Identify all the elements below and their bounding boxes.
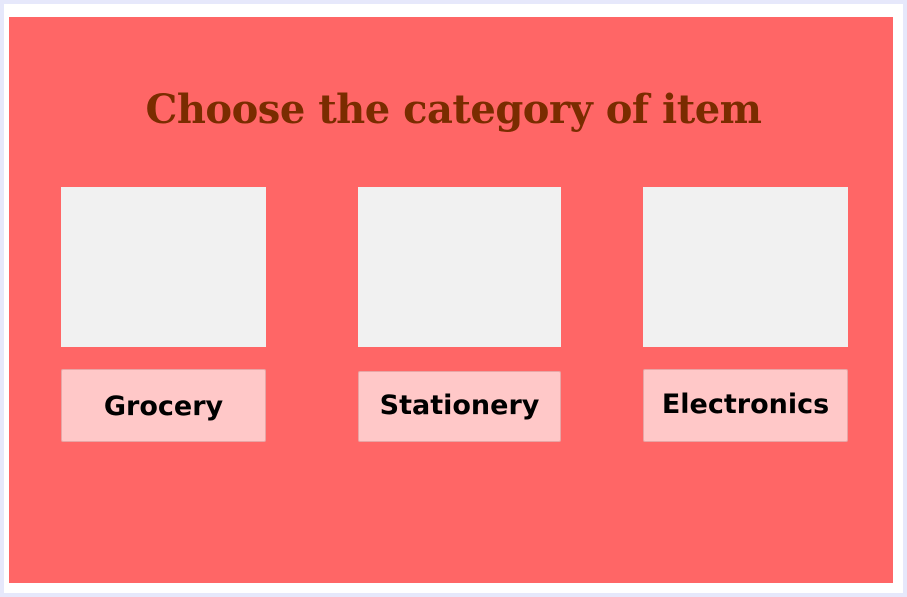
grocery-image	[61, 187, 266, 347]
electronics-button[interactable]: Electronics	[643, 369, 848, 442]
electronics-image	[643, 187, 848, 347]
page-title: Choose the category of item	[145, 86, 762, 133]
stationery-button[interactable]: Stationery	[358, 371, 561, 442]
grocery-button[interactable]: Grocery	[61, 369, 266, 442]
stationery-image	[358, 187, 561, 347]
